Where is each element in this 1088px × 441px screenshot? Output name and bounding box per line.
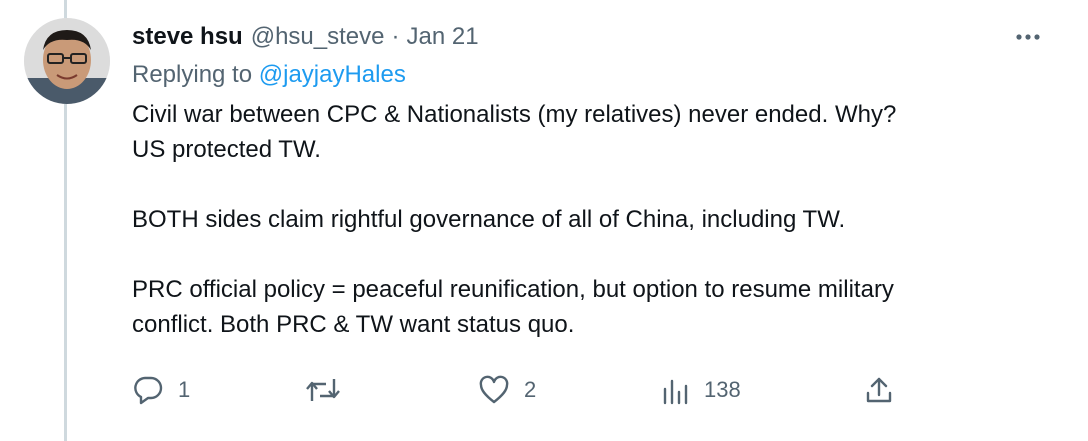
tweet-line: BOTH sides claim rightful governance of … [132,206,846,233]
replying-to: Replying to @jayjayHales [132,61,406,89]
tweet-line: Civil war between CPC & Nationalists (my… [132,101,897,128]
tweet-line: US protected TW. [132,136,321,163]
retweet-button[interactable] [304,370,356,410]
retweet-icon [306,379,340,401]
views-chart-icon [663,379,688,405]
author-handle[interactable]: @hsu_steve [251,23,385,51]
tweet-line: conflict. Both PRC & TW want status quo. [132,311,575,338]
more-options-icon [1016,34,1040,40]
like-button[interactable]: 2 [478,370,536,410]
tweet-line: PRC official policy = peaceful reunifica… [132,276,894,303]
tweet-header: steve hsu @hsu_steve · Jan 21 [132,22,479,52]
avatar-image [24,18,110,104]
like-count: 2 [524,377,537,402]
replying-mention-link[interactable]: @jayjayHales [259,61,406,88]
more-options-button[interactable] [1010,22,1046,52]
header-separator: · [391,23,400,50]
avatar[interactable] [24,18,110,104]
views-count: 138 [704,377,741,402]
tweet-actions: 1 2 138 [132,370,912,410]
share-icon [866,377,892,403]
views-button[interactable]: 138 [662,370,741,410]
share-button[interactable] [864,370,894,410]
heart-icon [479,375,509,404]
reply-button[interactable]: 1 [132,370,190,410]
reply-count: 1 [178,377,191,402]
tweet-text: Civil war between CPC & Nationalists (my… [132,97,1052,342]
author-name[interactable]: steve hsu [132,23,243,51]
replying-prefix: Replying to [132,61,253,88]
tweet-date[interactable]: Jan 21 [407,23,479,51]
reply-icon [134,376,163,405]
